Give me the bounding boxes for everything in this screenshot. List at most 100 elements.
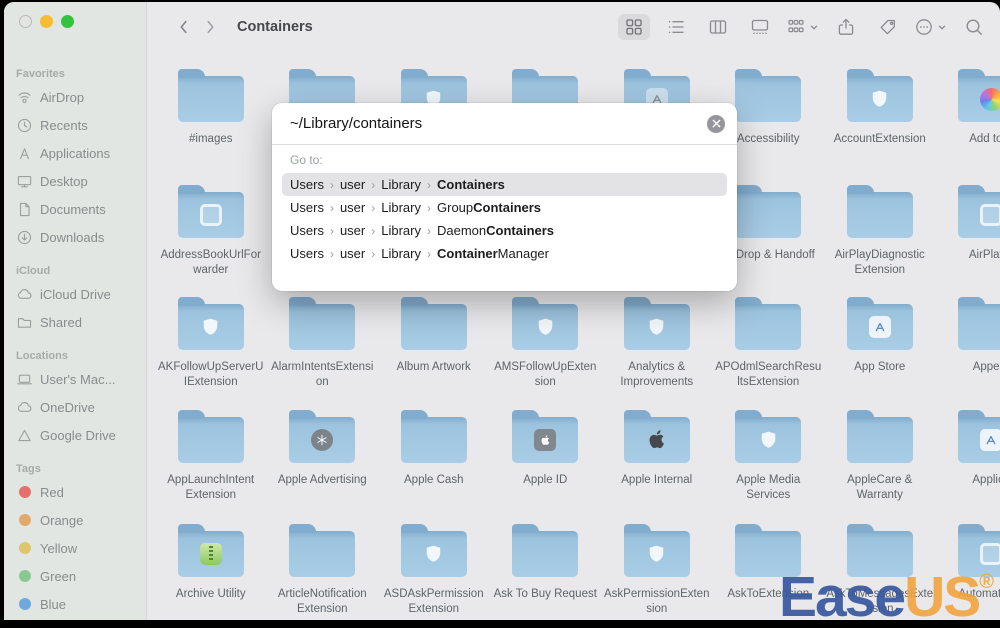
chevron-down-icon (936, 21, 948, 33)
folder-item-archive-utility[interactable]: Archive Utility (155, 521, 267, 617)
folder-label: Archive Utility (176, 587, 246, 602)
sidebar-item-label: Recents (40, 118, 88, 133)
sidebar-item-downloads[interactable]: Downloads (4, 223, 146, 251)
folder-item-addressbookurlforwarder[interactable]: AddressBookUrlForwarder (155, 182, 267, 278)
folder-item-apple-id[interactable]: Apple ID (490, 407, 602, 503)
sidebar-item-label: Google Drive (40, 428, 116, 443)
folder-item-app-store[interactable]: App Store (824, 294, 936, 390)
downloads-icon (16, 229, 33, 246)
list-view-button[interactable] (660, 14, 692, 40)
folder-item-apple-cash[interactable]: Apple Cash (378, 407, 490, 503)
folder-item-apple-internal[interactable]: Apple Internal (601, 407, 713, 503)
applications-icon (16, 145, 33, 162)
minimize-window-button[interactable] (40, 15, 53, 28)
folder-label: AirPlayU (969, 248, 1000, 263)
tag-dot-icon (16, 512, 33, 529)
folder-item-airplaydiagnostic-extension[interactable]: AirPlayDiagnostic Extension (824, 182, 936, 278)
folder-item-analytics-improvements[interactable]: Analytics & Improvements (601, 294, 713, 390)
folder-label: Appear (973, 360, 1000, 375)
sidebar-item-airdrop[interactable]: AirDrop (4, 83, 146, 111)
sidebar-item-onedrive[interactable]: OneDrive (4, 393, 146, 421)
folder-label: Apple Media Services (715, 473, 822, 503)
folder-item-askpermissionextension[interactable]: AskPermissionExtension (601, 521, 713, 617)
folder-label: AirPlayDiagnostic Extension (826, 248, 933, 278)
close-window-button[interactable] (19, 15, 32, 28)
folder-label: App Store (854, 360, 905, 375)
sidebar-item-desktop[interactable]: Desktop (4, 167, 146, 195)
folder-item-alarmintentsextension[interactable]: AlarmIntentsExtension (267, 294, 379, 390)
sidebar-item-user-s-mac[interactable]: User's Mac... (4, 365, 146, 393)
folder-item-applaunchintent-extension[interactable]: AppLaunchIntent Extension (155, 407, 267, 503)
folder-item-airplayu[interactable]: AirPlayU (936, 182, 1000, 278)
folder-item-applecare-warranty[interactable]: AppleCare & Warranty (824, 407, 936, 503)
go-to-suggestion[interactable]: Users›user›Library›Daemon Containers (282, 219, 727, 242)
zoom-window-button[interactable] (61, 15, 74, 28)
sidebar-section-header: Locations (16, 350, 146, 362)
folder-label: APOdmlSearchResultsExtension (715, 360, 822, 390)
sidebar-item-yellow[interactable]: Yellow (4, 534, 146, 562)
sidebar-item-green[interactable]: Green (4, 562, 146, 590)
folder-item-asdaskpermissionextension[interactable]: ASDAskPermissionExtension (378, 521, 490, 617)
search-button[interactable] (958, 14, 990, 40)
easeus-watermark: EaseUS® (779, 569, 994, 620)
folder-item-appear[interactable]: Appear (936, 294, 1000, 390)
forward-button[interactable] (197, 14, 223, 40)
laptop-icon (16, 371, 33, 388)
chevron-right-icon (201, 18, 219, 36)
folder-label: Apple Internal (621, 473, 692, 488)
folder-item-images[interactable]: #images (155, 66, 267, 147)
folder-label: Apple ID (523, 473, 567, 488)
folder-item-album-artwork[interactable]: Album Artwork (378, 294, 490, 390)
recents-clock-icon (16, 117, 33, 134)
sidebar-item-orange[interactable]: Orange (4, 506, 146, 534)
folder-item-apodmlsearchresultsextension[interactable]: APOdmlSearchResultsExtension (713, 294, 825, 390)
folder-item-amsfollowupextension[interactable]: AMSFollowUpExtension (490, 294, 602, 390)
more-actions-button[interactable] (914, 17, 948, 37)
tag-dot-icon (16, 484, 33, 501)
folder-item-ask-to-buy-request[interactable]: Ask To Buy Request (490, 521, 602, 617)
desktop-icon (16, 173, 33, 190)
sidebar-item-google-drive[interactable]: Google Drive (4, 421, 146, 449)
folder-item-apple-advertising[interactable]: Apple Advertising (267, 407, 379, 503)
folder-grid-row: AKFollowUpServerUIExtensionAlarmIntentsE… (155, 294, 1000, 390)
shield-emblem-icon (644, 542, 669, 567)
sidebar-item-label: Desktop (40, 174, 88, 189)
folder-item-articlenotification-extension[interactable]: ArticleNotification Extension (267, 521, 379, 617)
folder-icon (624, 531, 690, 577)
folder-item-applica[interactable]: Applica (936, 407, 1000, 503)
go-to-suggestion[interactable]: Users›user›Library›Group Containers (282, 196, 727, 219)
advertising-emblem-icon (311, 429, 333, 451)
app-square-emblem-icon (980, 204, 1000, 226)
sidebar-item-documents[interactable]: Documents (4, 195, 146, 223)
group-by-button[interactable] (786, 17, 820, 37)
folder-item-akfollowupserveruiextension[interactable]: AKFollowUpServerUIExtension (155, 294, 267, 390)
list-view-icon (666, 17, 686, 37)
folder-item-apple-media-services[interactable]: Apple Media Services (713, 407, 825, 503)
folder-label: AddressBookUrlForwarder (157, 248, 264, 278)
go-to-suggestion[interactable]: Users›user›Library›Containers (282, 173, 727, 196)
folder-label: Apple Advertising (278, 473, 367, 488)
folder-item-accountextension[interactable]: AccountExtension (824, 66, 936, 147)
column-view-button[interactable] (702, 14, 734, 40)
go-to-suggestion[interactable]: Users›user›Library›ContainerManager (282, 242, 727, 265)
share-button[interactable] (830, 14, 862, 40)
sidebar-item-label: Orange (40, 513, 83, 528)
clear-input-button[interactable] (707, 115, 725, 133)
tag-dot-icon (16, 596, 33, 613)
sidebar-item-applications[interactable]: Applications (4, 139, 146, 167)
tags-button[interactable] (872, 14, 904, 40)
path-input[interactable] (288, 114, 707, 133)
go-to-folder-dialog: Go to: Users›user›Library›ContainersUser… (272, 103, 737, 291)
sidebar-item-label: Applications (40, 146, 110, 161)
folder-item-add-to-p[interactable]: Add to P (936, 66, 1000, 147)
grid-view-button[interactable] (618, 14, 650, 40)
sidebar-item-red[interactable]: Red (4, 478, 146, 506)
sidebar-item-icloud-drive[interactable]: iCloud Drive (4, 280, 146, 308)
sidebar-item-label: Blue (40, 597, 66, 612)
back-button[interactable] (171, 14, 197, 40)
sidebar-item-recents[interactable]: Recents (4, 111, 146, 139)
traffic-lights (19, 15, 74, 28)
sidebar-item-blue[interactable]: Blue (4, 590, 146, 618)
gallery-view-button[interactable] (744, 14, 776, 40)
sidebar-item-shared[interactable]: Shared (4, 308, 146, 336)
